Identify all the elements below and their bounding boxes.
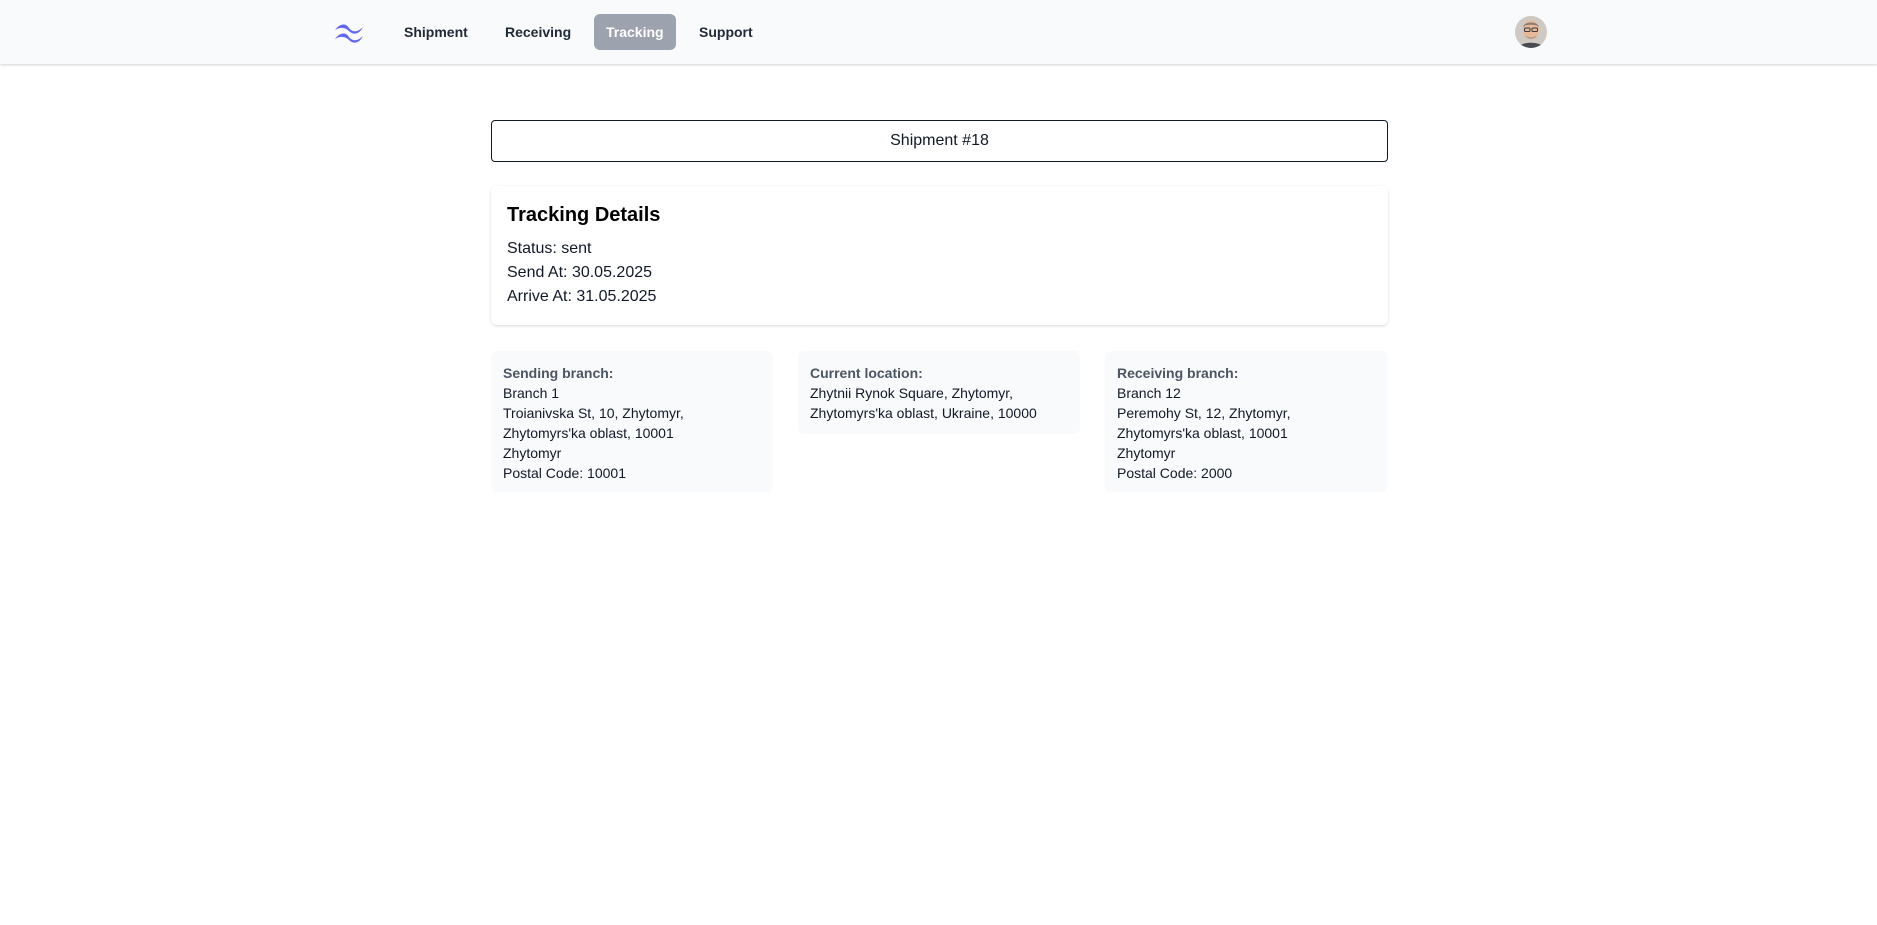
current-location-address: Zhytnii Rynok Square, Zhytomyr, Zhytomyr…: [810, 385, 1037, 421]
avatar-icon: [1515, 16, 1547, 48]
nav-tracking[interactable]: Tracking: [594, 14, 676, 50]
shipment-search-input[interactable]: [491, 120, 1388, 162]
sending-branch-card: Sending branch: Branch 1 Troianivska St,…: [491, 351, 773, 492]
receiving-branch-name: Branch 12: [1117, 385, 1181, 401]
receiving-branch-address: Peremohy St, 12, Zhytomyr, Zhytomyrs'ka …: [1117, 405, 1291, 441]
tracking-details-card: Tracking Details Status: sent Send At: 3…: [491, 186, 1388, 325]
arrive-at-text: Arrive At: 31.05.2025: [507, 288, 657, 305]
nav-support[interactable]: Support: [687, 14, 765, 50]
nav-receiving[interactable]: Receiving: [493, 14, 583, 50]
logo-icon[interactable]: [331, 20, 367, 44]
sending-branch-name: Branch 1: [503, 385, 560, 401]
sending-branch-address: Troianivska St, 10, Zhytomyr, Zhytomyrs'…: [503, 405, 684, 441]
user-avatar[interactable]: [1515, 16, 1547, 48]
receiving-branch-label: Receiving branch:: [1117, 365, 1239, 381]
current-location-label: Current location:: [810, 365, 923, 381]
receiving-branch-city: Zhytomyr: [1117, 445, 1176, 461]
sending-branch-label: Sending branch:: [503, 365, 614, 381]
receiving-branch-postal: Postal Code: 2000: [1117, 465, 1233, 481]
sending-branch-city: Zhytomyr: [503, 445, 562, 461]
send-at-text: Send At: 30.05.2025: [507, 264, 653, 281]
current-location-card: Current location: Zhytnii Rynok Square, …: [798, 351, 1080, 434]
nav-shipment[interactable]: Shipment: [392, 14, 480, 50]
status-text: Status: sent: [507, 240, 592, 257]
top-navbar: Shipment Receiving Tracking Support: [0, 0, 1877, 64]
sending-branch-postal: Postal Code: 10001: [503, 465, 626, 481]
receiving-branch-card: Receiving branch: Branch 12 Peremohy St,…: [1105, 351, 1387, 492]
tracking-details-title: Tracking Details: [507, 204, 661, 226]
